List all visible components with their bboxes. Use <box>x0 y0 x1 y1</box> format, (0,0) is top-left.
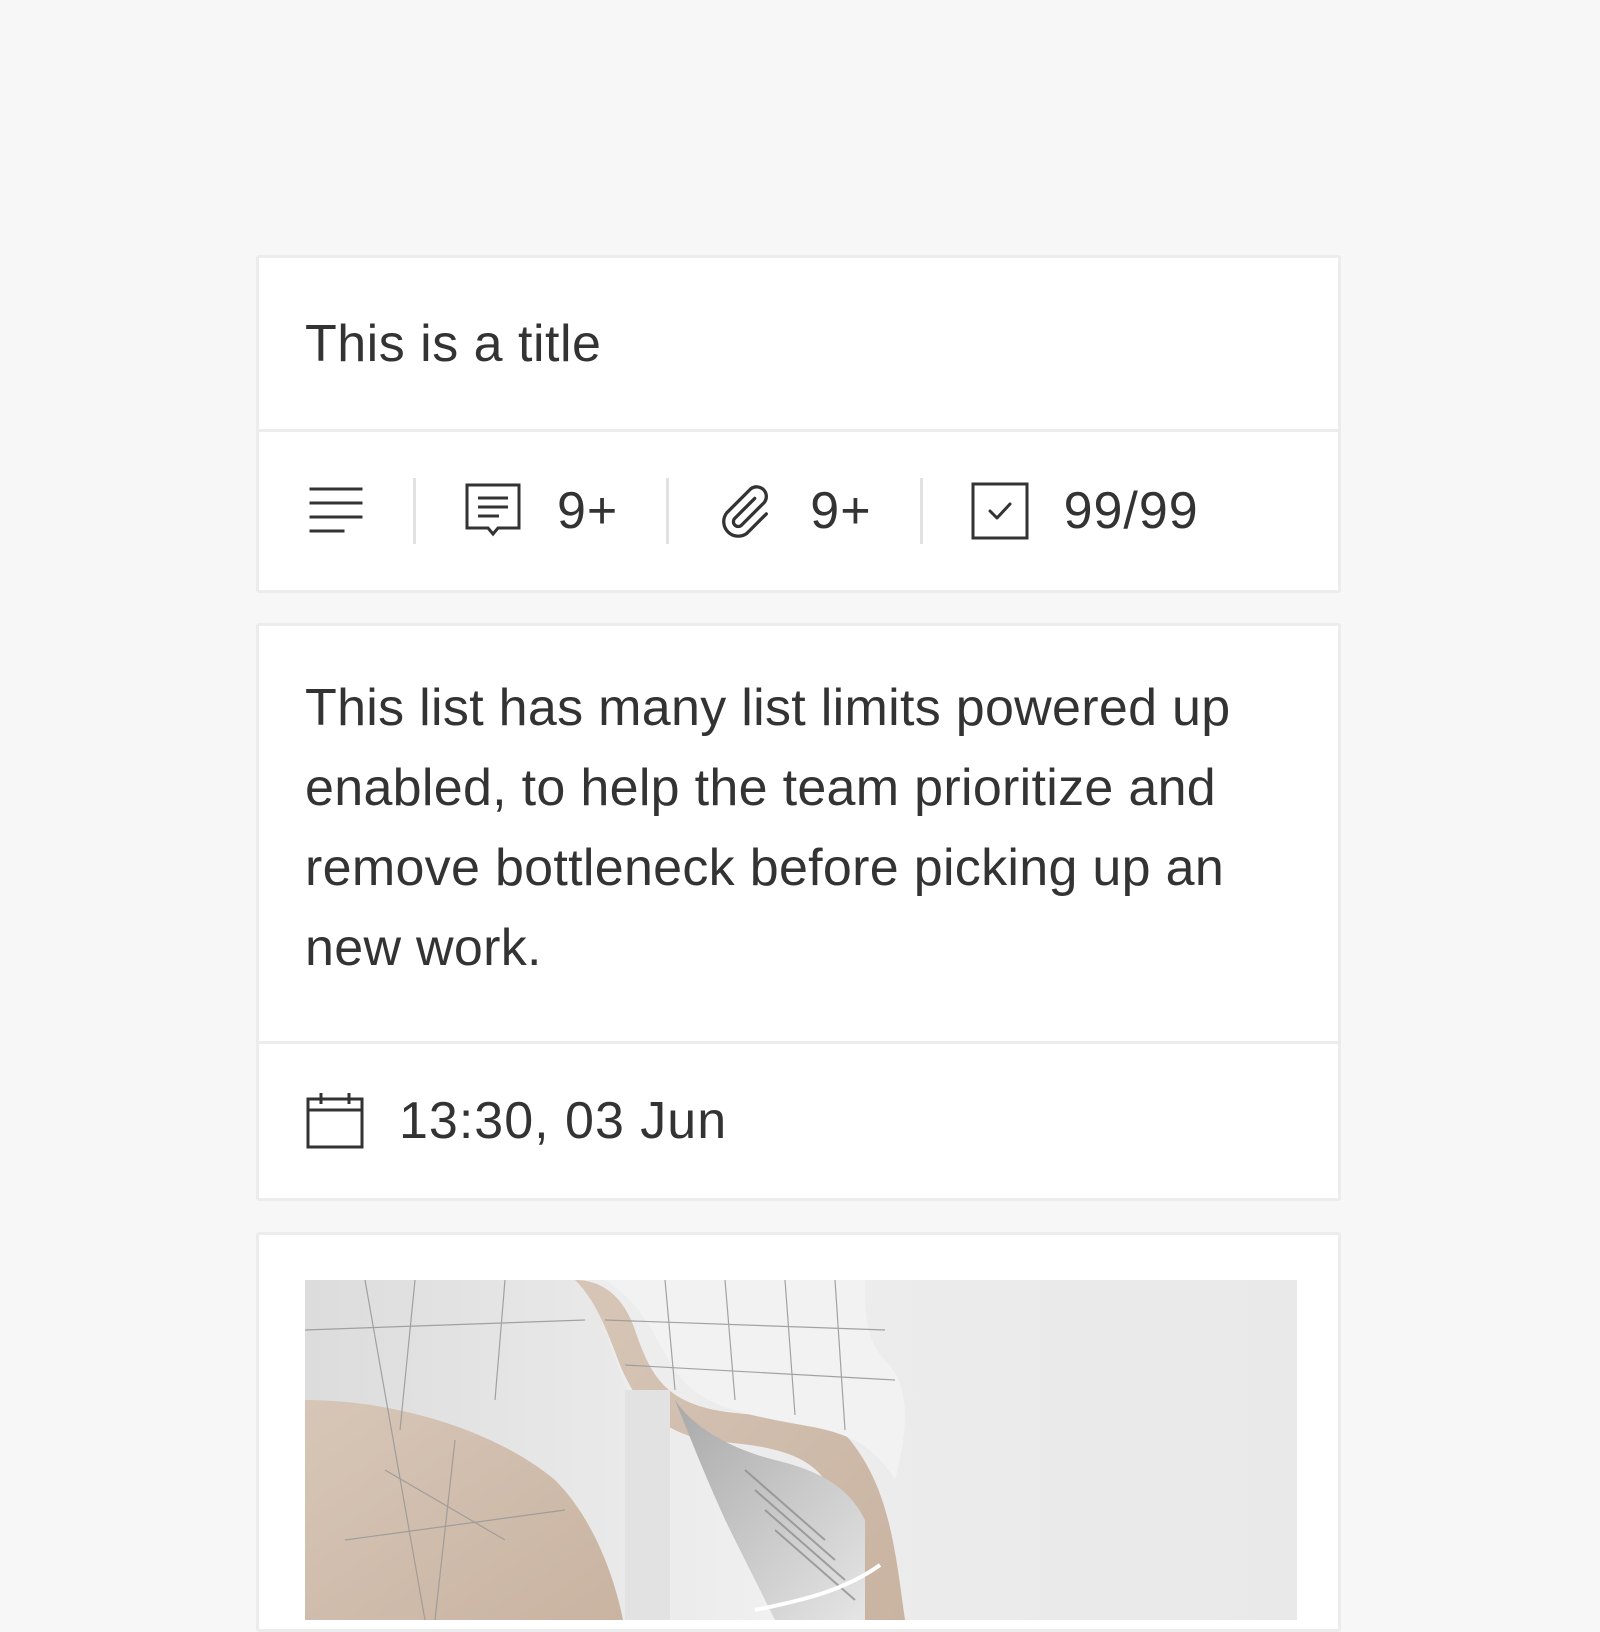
paperclip-icon <box>716 481 776 541</box>
description-section: This list has many list limits powered u… <box>259 626 1338 1044</box>
card-cover[interactable] <box>256 1232 1341 1632</box>
description-badge[interactable] <box>305 478 365 544</box>
badge-divider <box>919 478 923 544</box>
card-description: This list has many list limits powered u… <box>305 679 1231 977</box>
card-detail[interactable]: This list has many list limits powered u… <box>256 623 1341 1201</box>
comments-count: 9+ <box>557 482 619 540</box>
due-date-row[interactable]: 13:30, 03 Jun <box>259 1044 1338 1198</box>
text-lines-icon <box>305 481 365 541</box>
checklist-count: 99/99 <box>1063 482 1199 540</box>
badge-divider <box>413 478 416 544</box>
checklist-badge[interactable]: 99/99 <box>970 478 1199 544</box>
due-date: 13:30, 03 Jun <box>399 1092 728 1150</box>
card-title-row: This is a title <box>259 258 1338 432</box>
comments-badge[interactable]: 9+ <box>463 478 618 544</box>
attachments-count: 9+ <box>810 482 872 540</box>
checkbox-icon <box>970 481 1030 541</box>
architecture-photo <box>305 1280 1297 1620</box>
card-badges: 9+ 9+ 99/99 <box>259 432 1338 590</box>
calendar-icon <box>305 1091 365 1151</box>
attachments-badge[interactable]: 9+ <box>716 478 871 544</box>
comment-icon <box>463 481 523 541</box>
badge-divider <box>666 478 670 544</box>
card-summary[interactable]: This is a title 9+ 9+ 99/99 <box>256 255 1341 593</box>
card-title: This is a title <box>305 314 602 373</box>
